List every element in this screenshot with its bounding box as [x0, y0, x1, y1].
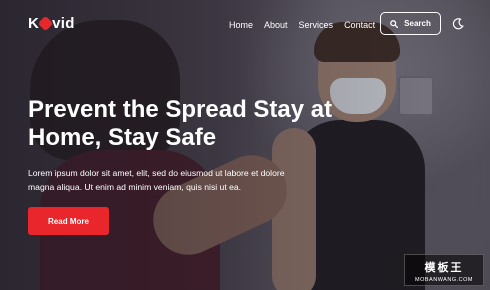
nav-about-link[interactable]: About — [264, 20, 288, 30]
watermark-title: 模板王 — [424, 262, 464, 274]
watermark-logo: 模板王 MOBANWANG.COM — [404, 254, 484, 286]
virus-icon — [40, 18, 52, 29]
nav-home-link[interactable]: Home — [229, 20, 253, 30]
hero-headline: Prevent the Spread Stay at Home, Stay Sa… — [28, 96, 333, 151]
main-menu: Home About Services Contact — [229, 20, 386, 30]
read-more-button[interactable]: Read More — [28, 207, 109, 235]
watermark-url: MOBANWANG.COM — [415, 277, 473, 283]
nav-services-link[interactable]: Services — [299, 20, 334, 30]
search-button[interactable]: Search — [380, 12, 441, 35]
brand-logo[interactable]: K vid — [28, 15, 75, 32]
brand-suffix: vid — [52, 15, 75, 32]
search-label: Search — [404, 19, 431, 28]
hero-paragraph: Lorem ipsum dolor sit amet, elit, sed do… — [28, 168, 285, 192]
nav-contact-link[interactable]: Contact — [344, 20, 375, 30]
search-icon — [390, 19, 399, 28]
navbar: K vid Home About Services Contact Search — [0, 0, 490, 48]
moon-icon[interactable] — [452, 18, 464, 30]
brand-prefix: K — [28, 15, 40, 32]
